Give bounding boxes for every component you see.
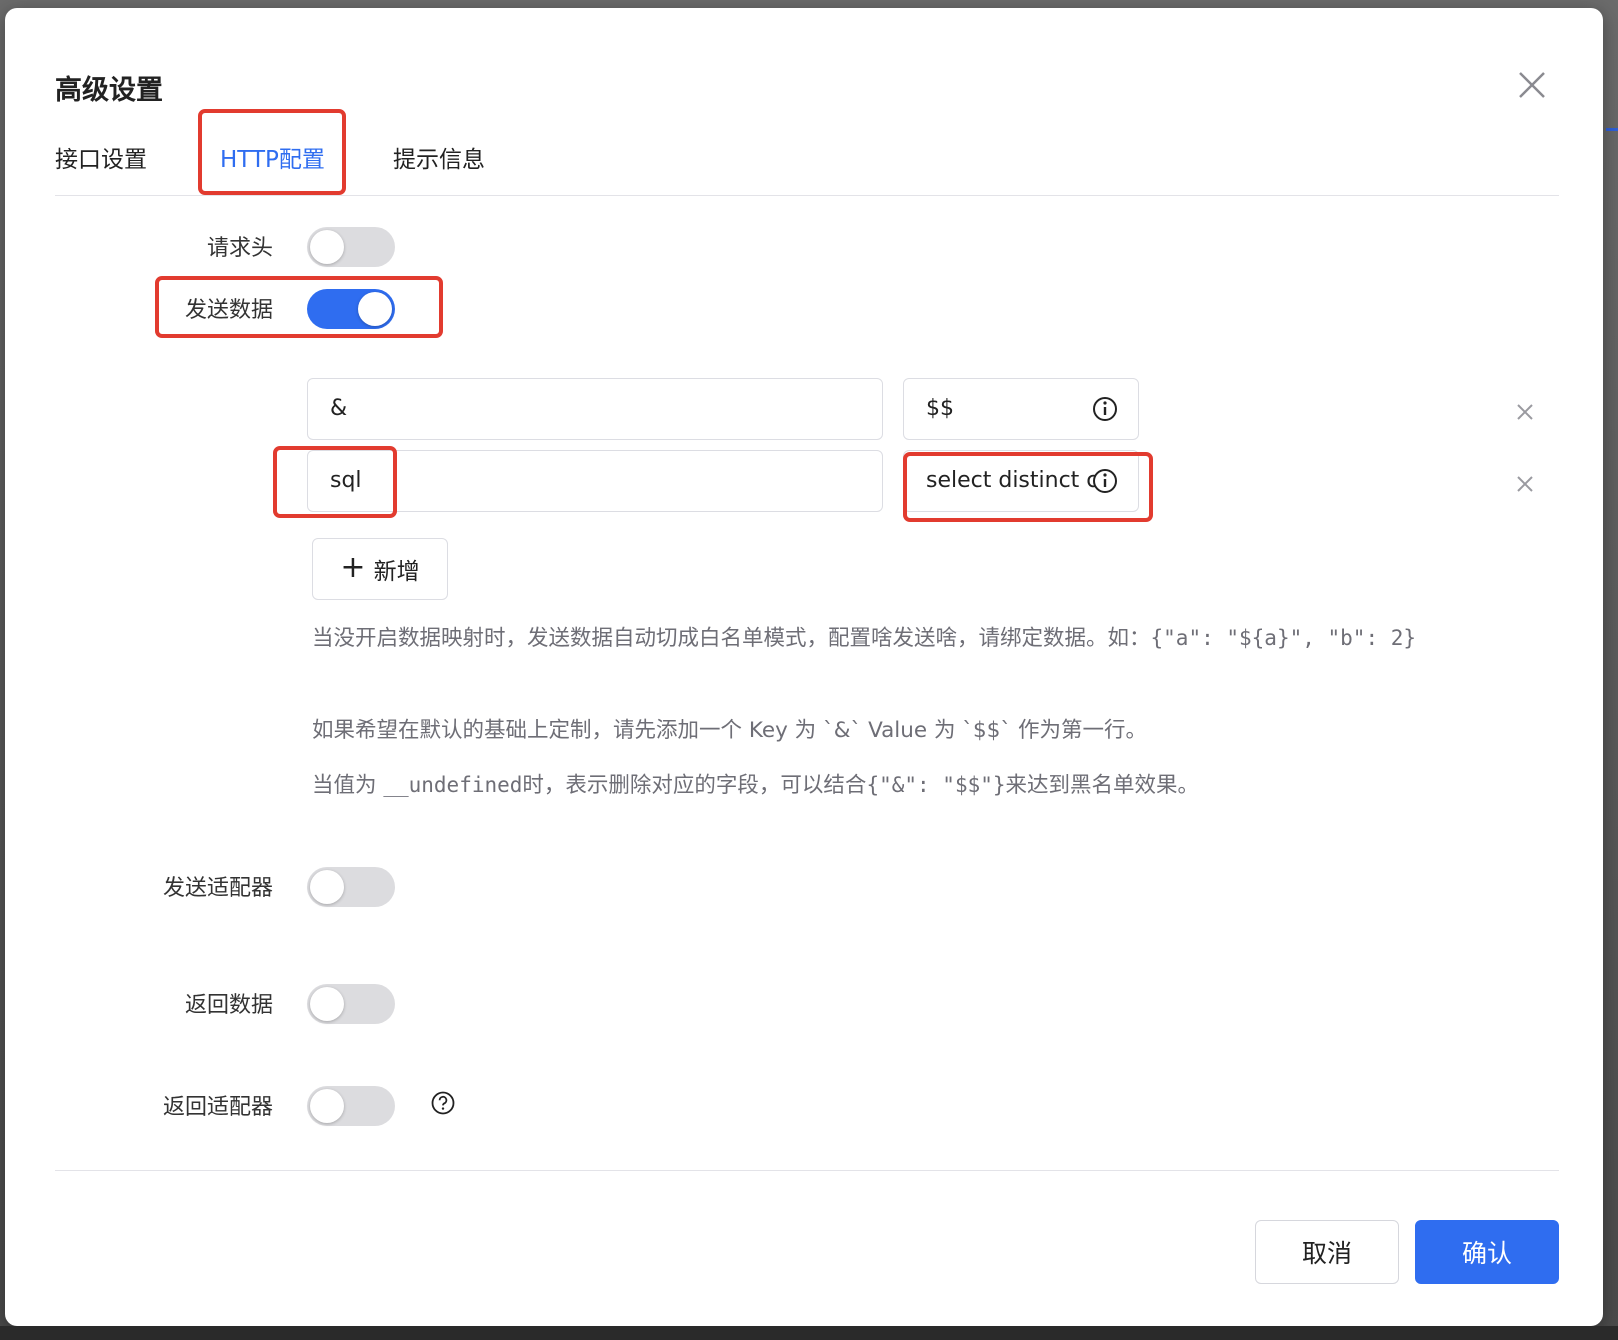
switch-knob <box>310 230 344 264</box>
confirm-button[interactable]: 确认 <box>1415 1220 1559 1284</box>
return-data-label: 返回数据 <box>184 993 273 1018</box>
kv-value-text-2: select distinct c <box>926 468 1099 493</box>
close-icon[interactable] <box>1513 66 1551 104</box>
return-adapter-label: 返回适配器 <box>162 1095 273 1120</box>
info-icon[interactable] <box>1091 395 1119 423</box>
help-text-line-2: 如果希望在默认的基础上定制，请先添加一个 Key 为 `&` Value 为 `… <box>312 714 1522 747</box>
request-headers-label: 请求头 <box>206 236 273 261</box>
footer-divider <box>55 1170 1559 1171</box>
switch-knob <box>358 292 392 326</box>
send-adapter-switch[interactable] <box>307 867 395 907</box>
help-code-3a: __undefined <box>383 773 523 797</box>
send-adapter-label: 发送适配器 <box>162 876 273 901</box>
tab-bar: 接口设置 HTTP配置 提示信息 <box>55 144 1559 196</box>
request-headers-switch[interactable] <box>307 227 395 267</box>
remove-row-1-icon[interactable] <box>1513 400 1537 424</box>
help-code-1: {"a": "${a}", "b": 2} <box>1150 626 1417 650</box>
help-text-line-1: 当没开启数据映射时，发送数据自动切成白名单模式，配置啥发送啥，请绑定数据。如：{… <box>312 622 1522 655</box>
dialog-title: 高级设置 <box>55 75 163 106</box>
help-text-line-3: 当值为 __undefined时，表示删除对应的字段，可以结合{"&": "$$… <box>312 769 1522 802</box>
remove-row-2-icon[interactable] <box>1513 472 1537 496</box>
add-row-button[interactable]: + 新增 <box>312 538 448 600</box>
info-icon[interactable] <box>1091 467 1119 495</box>
kv-key-input-1[interactable]: & <box>307 378 883 440</box>
tab-interface-settings[interactable]: 接口设置 <box>55 144 147 176</box>
tab-http-config[interactable]: HTTP配置 <box>220 144 325 176</box>
add-row-label: 新增 <box>373 559 420 585</box>
return-adapter-switch[interactable] <box>307 1086 395 1126</box>
switch-knob <box>310 987 344 1021</box>
switch-knob <box>310 1089 344 1123</box>
cancel-button[interactable]: 取消 <box>1255 1220 1399 1284</box>
send-data-switch[interactable] <box>307 289 395 329</box>
backdrop-bottom-strip <box>0 1326 1618 1340</box>
return-data-switch[interactable] <box>307 984 395 1024</box>
help-text-2: 如果希望在默认的基础上定制，请先添加一个 Key 为 `&` Value 为 `… <box>312 718 1147 743</box>
question-icon[interactable] <box>430 1090 456 1116</box>
switch-knob <box>310 870 344 904</box>
advanced-settings-dialog: 高级设置 接口设置 HTTP配置 提示信息 请求头 发送数据 & $$ sql … <box>5 8 1603 1326</box>
help-text-1: 当没开启数据映射时，发送数据自动切成白名单模式，配置啥发送啥，请绑定数据。如： <box>312 626 1151 651</box>
active-tab-indicator <box>221 191 329 194</box>
help-text-3a: 当值为 <box>312 773 384 798</box>
help-text-3c: 来达到黑名单效果。 <box>1005 773 1200 798</box>
send-data-label: 发送数据 <box>184 298 273 323</box>
tab-hint-info[interactable]: 提示信息 <box>393 144 485 176</box>
help-text-3b: 时，表示删除对应的字段，可以结合 <box>522 773 867 798</box>
plus-icon: + <box>340 549 366 585</box>
kv-value-text-1: $$ <box>926 396 954 421</box>
backdrop-accent-line <box>1606 128 1618 131</box>
help-code-3b: {"&": "$$"} <box>866 773 1006 797</box>
kv-key-input-2[interactable]: sql <box>307 450 883 512</box>
